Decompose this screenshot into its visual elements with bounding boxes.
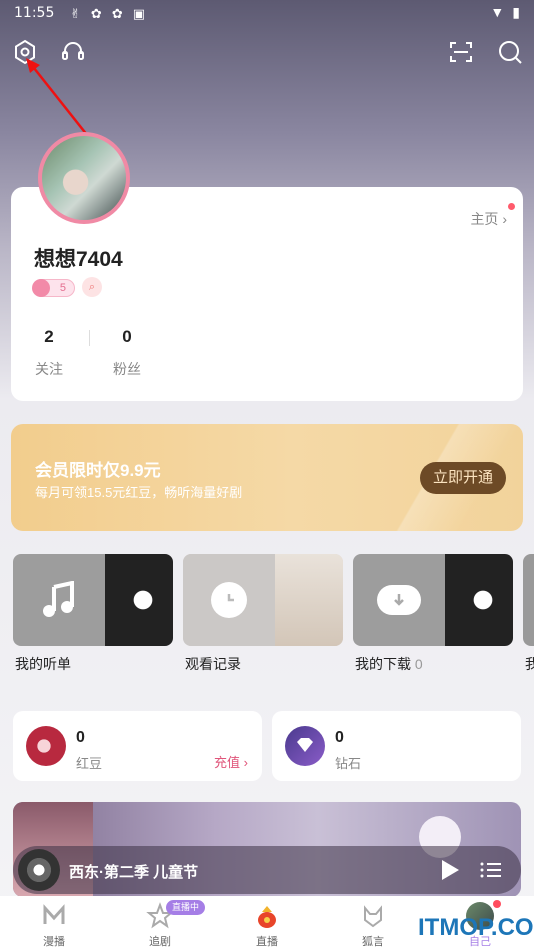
diamond-count: 0 [335,729,344,746]
wallet-diamond[interactable]: 0 钻石 [272,711,521,781]
clock-icon [211,582,247,618]
me-unread-dot [493,900,501,908]
tile-square [183,554,275,646]
player-disc-icon [18,849,60,891]
live-bag-icon [258,906,276,928]
tile-history[interactable] [183,554,343,646]
record-background [433,554,513,646]
home-link[interactable]: 主页 › [470,209,507,229]
player-title: 西东·第二季 儿童节 [69,864,199,881]
tab-label: 漫播 [43,936,65,948]
search-icon[interactable] [496,38,524,66]
recharge-link[interactable]: 充值 › [214,752,248,771]
following-stat[interactable]: 2 关注 [29,327,69,379]
download-count: 0 [414,656,423,672]
notification-icon: ▣ [132,6,146,21]
red-bean-icon [26,726,66,766]
avatar-image [42,136,126,220]
vip-subtitle: 每月可领15.5元红豆，畅听海量好剧 [35,485,243,500]
cloud-download-icon [377,585,421,615]
tile-label-more: 我 [525,656,534,672]
record-background [93,554,173,646]
following-count: 2 [44,327,54,346]
tab-label: 狐言 [362,936,384,948]
mini-player[interactable]: 西东·第二季 儿童节 [13,846,521,894]
red-bean-label: 红豆 [76,756,103,771]
fox-icon [364,905,382,928]
status-bar: 11:55 ✌ ✿ ✿ ▣ ▼ ▮ [0,0,534,30]
status-time: 11:55 [14,5,55,21]
tile-label-downloads: 我的下载 0 [355,656,423,672]
followers-stat[interactable]: 0 粉丝 [107,327,147,379]
tile-more[interactable] [523,554,534,646]
username: 想想7404 [34,248,123,271]
red-bean-count: 0 [76,729,85,746]
tab-manbo[interactable]: 漫播 [24,902,84,949]
history-cover [273,554,343,646]
level-badge[interactable]: 5 [32,279,75,297]
diamond-label: 钻石 [335,756,362,771]
live-badge: 直播中 [166,900,206,915]
wallet-red-bean[interactable]: 0 红豆 充值 › [13,711,262,781]
scan-icon[interactable] [447,38,475,66]
status-right-icons: ▼ ▮ [490,4,520,21]
vinyl-record-icon [103,560,173,640]
badge-icon: ✌ [70,6,81,21]
tab-fox[interactable]: 狐言 [343,902,403,949]
music-note-icon [43,581,74,617]
gear-icon: ✿ [111,6,123,21]
battery-icon: ▮ [512,4,520,20]
tile-square [353,554,445,646]
playlist-icon[interactable] [479,858,503,882]
tile-playlist[interactable] [13,554,173,646]
search-badge-icon[interactable]: ⌕ [82,277,102,297]
status-left-icons: ✌ ✿ ✿ ▣ [70,6,145,22]
gear-icon: ✿ [90,6,102,21]
watermark: ITMOP.COM [418,914,534,941]
followers-label: 粉丝 [113,361,141,377]
unread-dot [508,203,515,210]
tab-label: 追剧 [149,936,171,948]
wifi-icon: ▼ [490,4,505,20]
vip-banner[interactable]: 会员限时仅9.9元 每月可领15.5元红豆，畅听海量好剧 立即开通 [11,424,523,531]
level-number: 5 [59,282,66,294]
tile-label-playlist: 我的听单 [15,656,71,672]
diamond-icon [285,726,325,766]
following-label: 关注 [35,361,63,377]
vip-title: 会员限时仅9.9元 [35,461,161,480]
vip-open-button[interactable]: 立即开通 [420,462,506,494]
tile-square [13,554,105,646]
tile-label-history: 观看记录 [185,656,241,672]
m-logo-icon [43,904,65,924]
play-icon[interactable] [439,858,461,882]
tab-live[interactable]: 直播 [237,902,297,949]
tile-downloads[interactable] [353,554,513,646]
tab-label: 直播 [256,936,278,948]
level-face-icon [32,279,50,297]
avatar[interactable] [38,132,130,224]
followers-count: 0 [122,327,132,346]
vinyl-record-icon [443,560,513,640]
stat-divider [89,330,90,346]
